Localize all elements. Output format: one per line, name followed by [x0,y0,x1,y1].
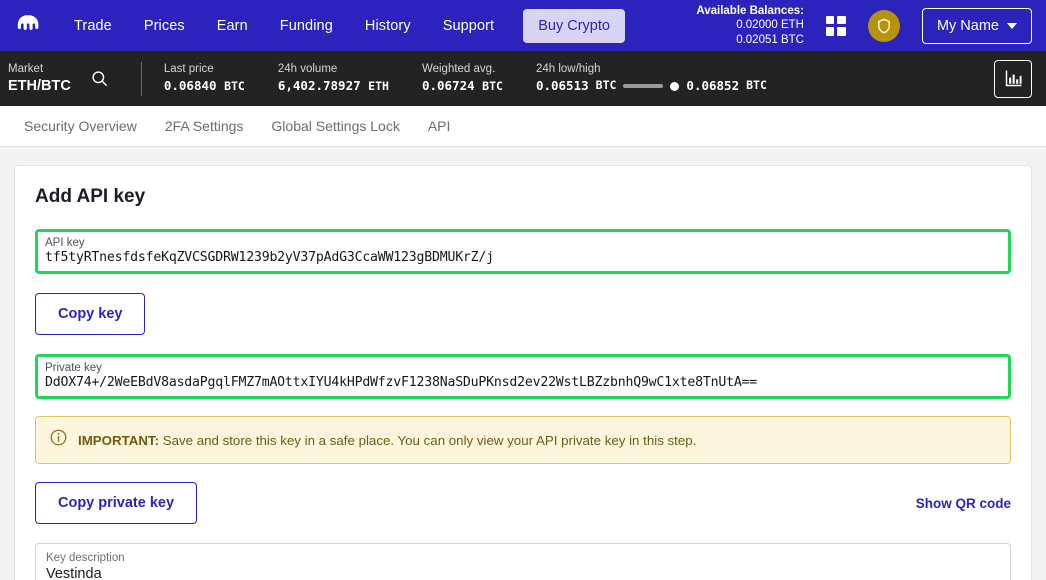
balance-btc: 0.02051 BTC [736,33,804,46]
stat-weighted-avg-value: 0.06724 [421,77,475,93]
account-menu-button[interactable]: My Name [921,7,1032,44]
low-high-range-marker [670,81,680,91]
stat-last-price-unit: BTC [224,78,245,93]
page-title: Add API key [35,186,146,207]
sub-tab-global-settings-lock[interactable]: Global Settings Lock [257,108,413,144]
stat-weighted-avg: Weighted avg. 0.06724 BTC [422,62,503,94]
market-info-bar: Market ETH/BTC Last price 0.06840 BTC 24… [0,51,1046,106]
nav-link-prices[interactable]: Prices [128,10,201,42]
stat-24h-high-unit: BTC [746,78,767,93]
sub-tab-security-overview[interactable]: Security Overview [10,108,151,144]
market-divider [140,61,142,96]
nav-link-trade[interactable]: Trade [58,10,128,42]
stat-24h-volume-label: 24h volume [277,63,338,76]
top-navigation-bar: Trade Prices Earn Funding History Suppor… [0,0,1046,51]
api-key-label: API key [45,237,85,249]
stat-last-price: Last price 0.06840 BTC [164,62,245,94]
stat-weighted-avg-label: Weighted avg. [421,63,496,76]
shield-icon[interactable] [867,9,900,42]
primary-nav-links: Trade Prices Earn Funding History Suppor… [58,8,625,43]
stat-24h-low-unit: BTC [595,78,617,93]
sub-tab-2fa-settings[interactable]: 2FA Settings [151,108,258,144]
stat-weighted-avg-unit: BTC [482,78,503,93]
balance-eth: 0.02000 ETH [736,19,804,32]
key-description-label: Key description [46,552,125,564]
nav-link-history[interactable]: History [349,10,427,42]
api-key-value: tf5tyRTnesfdsfeKqZVCSGDRW1239b2yV37pAdG3… [45,250,494,265]
search-icon[interactable] [89,68,111,90]
stat-24h-low-value: 0.06513 [535,77,589,93]
key-description-field[interactable]: Key description Vestinda [35,543,1011,580]
nav-link-funding[interactable]: Funding [264,10,349,42]
api-key-field[interactable]: API key tf5tyRTnesfdsfeKqZVCSGDRW1239b2y… [35,229,1011,274]
warning-body: Save and store this key in a safe place.… [159,432,697,448]
stat-24h-volume: 24h volume 6,402.78927 ETH [278,62,389,94]
private-key-value: DdOX74+/2WeEBdV8asdaPgqlFMZ7mAOttxIYU4kH… [45,375,758,390]
copy-key-button[interactable]: Copy key [35,293,146,335]
available-balances-title: Available Balances: [696,4,804,17]
stat-24h-volume-value: 6,402.78927 [277,77,361,93]
account-menu-label: My Name [936,17,999,34]
private-key-actions-row: Copy private key Show QR code [35,482,1011,524]
important-warning-banner: IMPORTANT: Save and store this key in a … [35,416,1011,464]
copy-private-key-button[interactable]: Copy private key [35,482,198,524]
top-nav-right-cluster: Available Balances: 0.02000 ETH 0.02051 … [696,4,1032,47]
private-key-label: Private key [45,362,102,374]
market-selector[interactable]: Market ETH/BTC [0,62,121,96]
stat-24h-high-value: 0.06852 [686,77,740,93]
apps-grid-icon[interactable] [825,15,846,36]
market-label: Market [8,62,44,75]
key-description-value: Vestinda [46,566,102,580]
stat-24h-low-high: 24h low/high 0.06513 BTC 0.06852 BTC [536,62,767,94]
market-pair-value: ETH/BTC [8,77,71,94]
stat-last-price-label: Last price [163,63,214,76]
stat-last-price-value: 0.06840 [163,77,217,93]
add-api-key-card: Add API key API key tf5tyRTnesfdsfeKqZVC… [14,165,1032,580]
kraken-logo-icon[interactable] [10,9,44,43]
available-balances: Available Balances: 0.02000 ETH 0.02051 … [696,4,804,47]
info-circle-icon [49,428,68,452]
show-qr-code-link[interactable]: Show QR code [916,496,1011,511]
sub-tab-api[interactable]: API [414,108,465,144]
stat-24h-low-high-label: 24h low/high [535,63,601,76]
page-content: Add API key API key tf5tyRTnesfdsfeKqZVC… [0,147,1046,580]
warning-strong: IMPORTANT: [78,432,160,448]
chevron-down-icon [1007,22,1017,29]
private-key-field[interactable]: Private key DdOX74+/2WeEBdV8asdaPgqlFMZ7… [35,354,1011,399]
nav-link-earn[interactable]: Earn [201,10,264,42]
warning-text: IMPORTANT: Save and store this key in a … [78,433,696,448]
low-high-range-track [623,84,664,89]
stat-24h-volume-unit: ETH [368,78,389,93]
bar-chart-icon[interactable] [994,59,1032,98]
buy-crypto-button[interactable]: Buy Crypto [523,8,625,43]
security-sub-navigation: Security Overview 2FA Settings Global Se… [0,106,1046,147]
nav-link-support[interactable]: Support [427,10,511,42]
